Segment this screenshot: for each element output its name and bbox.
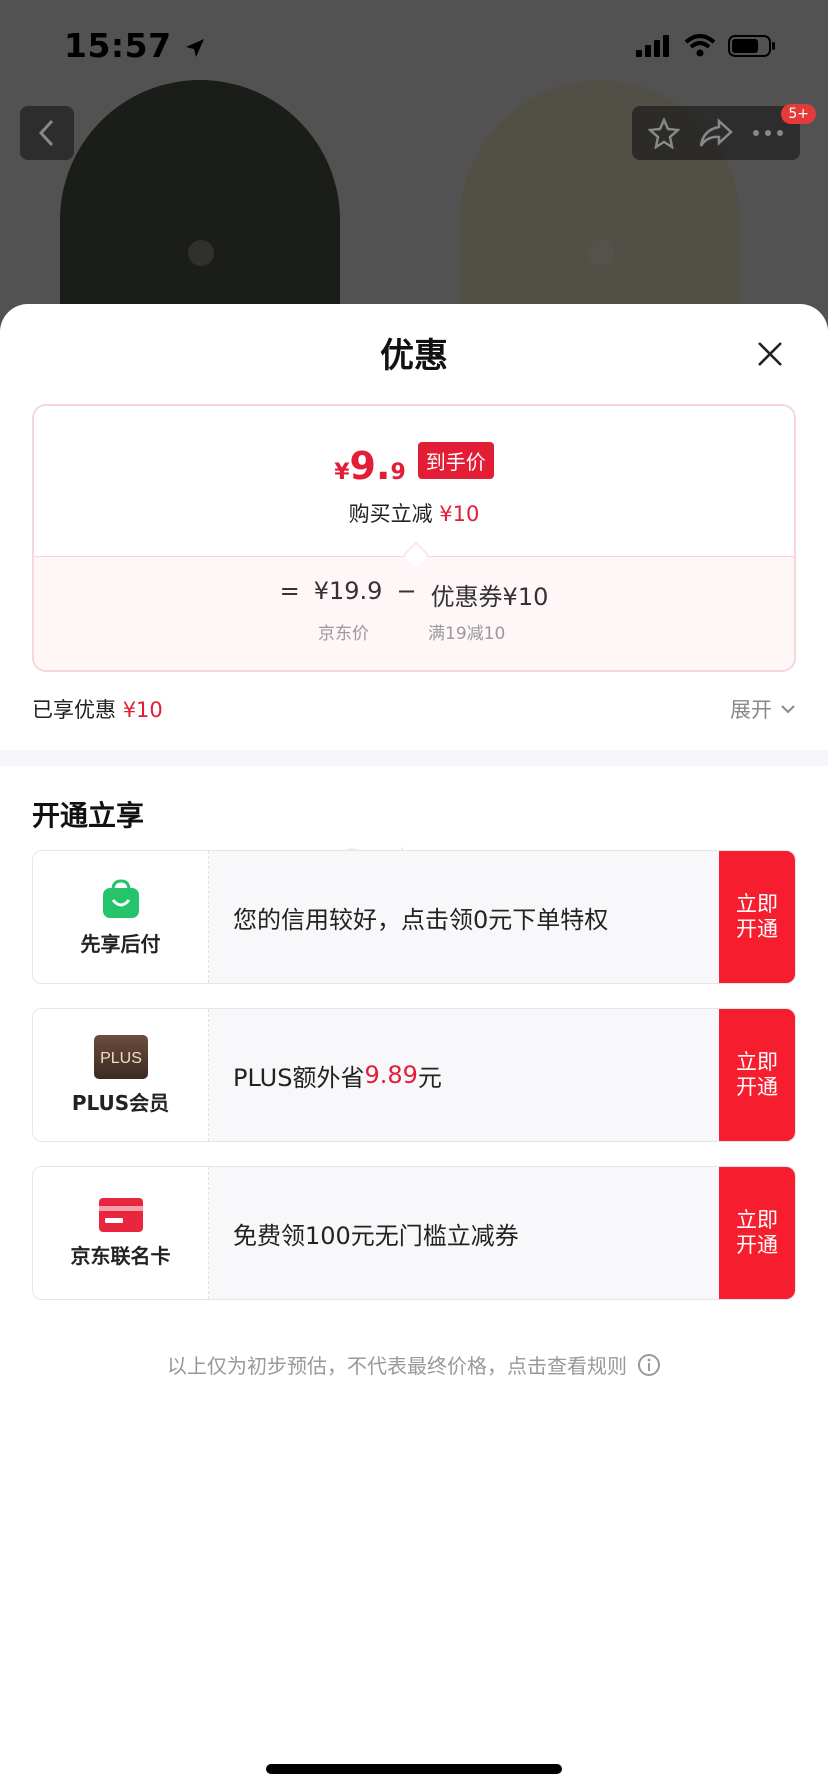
wifi-icon <box>684 34 716 57</box>
sheet-title: 优惠 <box>380 336 448 376</box>
offer-brand: 京东联名卡 <box>33 1167 209 1299</box>
message-count-badge: 5+ <box>781 104 816 124</box>
formula-minus: − <box>396 577 417 605</box>
status-time: 15:57 <box>64 26 206 65</box>
offer-brand: 先享后付 <box>33 851 209 983</box>
final-price: ¥9.9 <box>334 444 406 488</box>
instant-discount-text: 购买立减 ¥10 <box>348 502 480 526</box>
offer-description: 免费领100元无门槛立减券 <box>233 1221 519 1250</box>
more-icon[interactable] <box>752 128 784 138</box>
share-icon[interactable] <box>699 118 733 148</box>
offer-card-pay-later[interactable]: 先享后付 您的信用较好，点击领0元下单特权 立即 开通 <box>32 850 796 984</box>
offer-name: 京东联名卡 <box>70 1243 171 1268</box>
chevron-left-icon <box>38 119 54 147</box>
offer-description: 您的信用较好，点击领0元下单特权 <box>233 905 609 934</box>
nav-actions <box>632 106 800 160</box>
final-price-tag: 到手价 <box>417 442 494 479</box>
offer-brand: PLUS PLUS会员 <box>33 1009 209 1141</box>
shopping-bag-icon <box>102 878 139 918</box>
label-coupon-rule: 满19减10 <box>428 624 506 644</box>
section-title: 开通立享 <box>32 799 145 832</box>
enjoyed-discount: 已享优惠 ¥10 <box>32 698 163 722</box>
label-jd-price: 京东价 <box>318 624 369 644</box>
estimate-note[interactable]: 以上仅为初步预估，不代表最终价格，点击查看规则 <box>0 1350 828 1379</box>
expand-button[interactable]: 展开 <box>730 694 796 724</box>
status-icons <box>636 34 776 58</box>
back-button[interactable] <box>20 106 74 160</box>
activate-button[interactable]: 立即 开通 <box>719 1009 795 1141</box>
home-indicator <box>266 1764 562 1774</box>
formula-equals: = <box>279 577 300 605</box>
svg-text:PLUS: PLUS <box>100 1050 142 1067</box>
price-breakdown-card: ¥9.9 到手价 购买立减 ¥10 = ¥19.9 − 优惠券¥10 京东价 满… <box>32 404 796 672</box>
offer-name: PLUS会员 <box>71 1090 170 1115</box>
chevron-down-icon <box>781 705 795 714</box>
location-arrow-icon <box>185 39 204 57</box>
signal-icon <box>636 35 669 57</box>
offer-name: 先享后付 <box>80 931 161 956</box>
final-price-line: ¥9.9 到手价 <box>34 442 794 485</box>
offer-card-plus[interactable]: PLUS PLUS会员 PLUS额外省 9.89 元 立即 开通 <box>32 1008 796 1142</box>
status-bar: 15:57 <box>0 0 828 90</box>
discount-sheet: 优惠 ¥9.9 到手价 购买立减 ¥10 = ¥19.9 − 优惠券¥10 京东… <box>0 304 828 1792</box>
activate-button[interactable]: 立即 开通 <box>719 1167 795 1299</box>
battery-icon <box>728 35 775 57</box>
formula-coupon: 优惠券¥10 <box>430 583 549 611</box>
estimate-note-text: 以上仅为初步预估，不代表最终价格，点击查看规则 <box>167 1354 627 1378</box>
info-icon[interactable] <box>637 1353 661 1377</box>
price-formula: = ¥19.9 − 优惠券¥10 <box>34 577 794 612</box>
activate-button[interactable]: 立即 开通 <box>719 851 795 983</box>
offer-card-cobrand-card[interactable]: 京东联名卡 免费领100元无门槛立减券 立即 开通 <box>32 1166 796 1300</box>
close-icon <box>758 342 782 366</box>
expand-label: 展开 <box>730 698 772 722</box>
section-separator <box>0 750 828 766</box>
credit-card-icon <box>98 1197 143 1232</box>
final-price-section: ¥9.9 到手价 购买立减 ¥10 <box>34 406 794 556</box>
star-icon[interactable] <box>647 117 680 149</box>
offer-description: PLUS额外省 9.89 元 <box>233 1061 442 1092</box>
formula-jd-price: ¥19.9 <box>313 577 383 605</box>
price-formula-section: = ¥19.9 − 优惠券¥10 京东价 满19减10 <box>34 557 794 670</box>
close-button[interactable] <box>750 334 790 374</box>
plus-badge-icon: PLUS <box>93 1034 148 1079</box>
